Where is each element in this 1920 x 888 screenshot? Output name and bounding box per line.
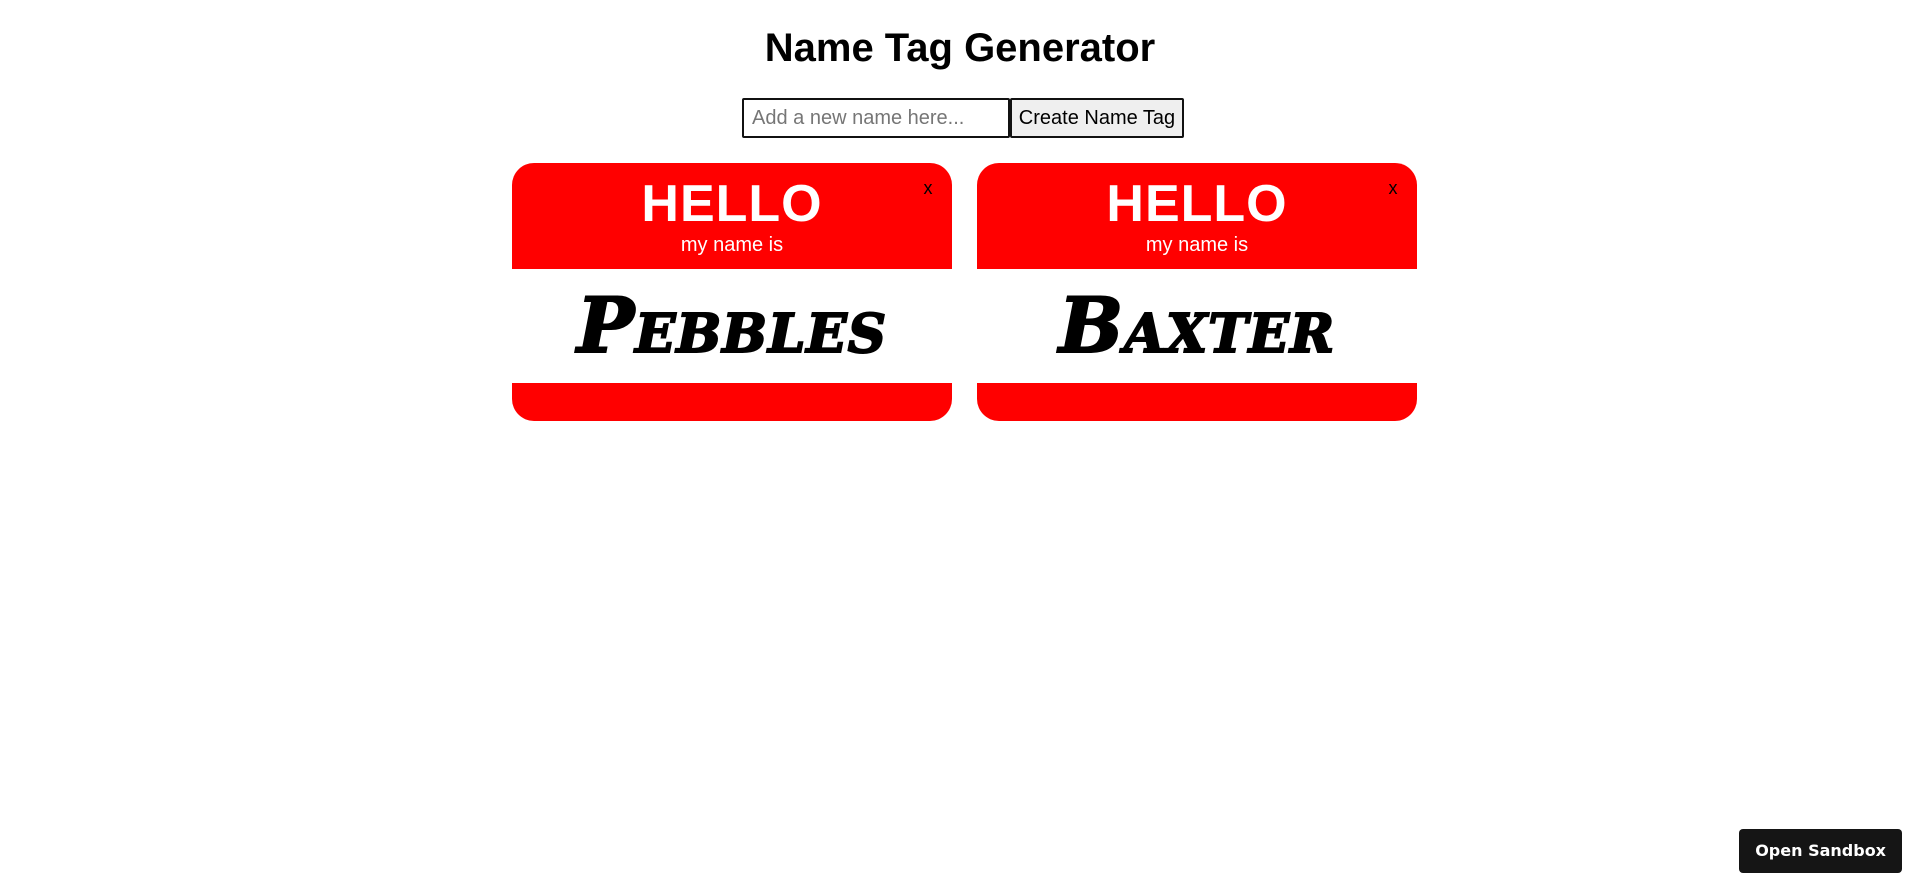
tag-subtitle: my name is [1145,234,1249,256]
create-name-tag-button[interactable]: Create Name Tag [1010,98,1184,138]
name-tag-list: HELLO my name is x Pebbles HELLO my name… [0,163,1920,423]
close-tag-button[interactable]: x [1383,177,1403,199]
page-title: Name Tag Generator [764,26,1156,70]
close-tag-button[interactable]: x [918,177,938,199]
tag-name: Pebbles [576,281,888,370]
open-sandbox-button[interactable]: Open Sandbox [1739,829,1902,873]
name-tag: HELLO my name is x Pebbles [512,163,952,421]
tag-subtitle: my name is [680,234,784,256]
tag-hello-text: HELLO [1106,175,1288,233]
page: Name Tag Generator Create Name Tag HELLO… [0,0,1920,888]
name-tag: HELLO my name is x Baxter [977,163,1417,421]
tag-name-area: Baxter [977,269,1417,383]
tag-name: Baxter [1058,281,1336,370]
tag-name-area: Pebbles [512,269,952,383]
name-input[interactable] [742,98,1010,138]
tag-hello-text: HELLO [641,175,823,233]
name-tag-form: Create Name Tag [742,98,1184,138]
